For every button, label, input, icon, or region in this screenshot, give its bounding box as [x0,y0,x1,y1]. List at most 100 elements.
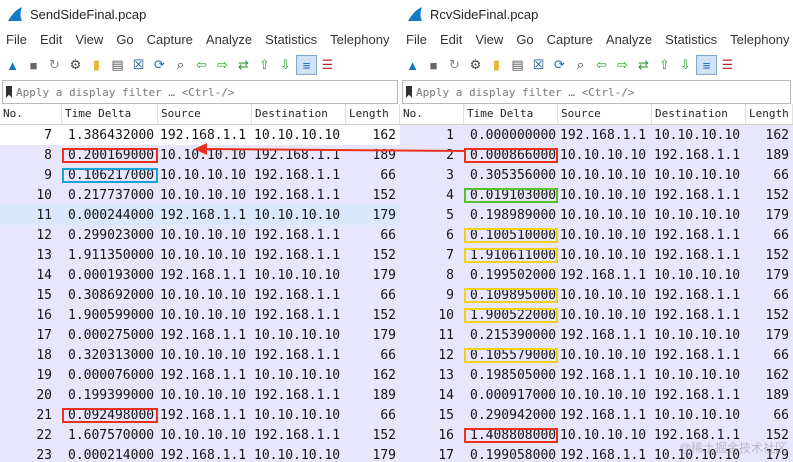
source-address: 10.10.10.10 [160,167,247,183]
menu-go[interactable]: Go [116,32,133,47]
menu-capture[interactable]: Capture [147,32,193,47]
packet-row[interactable]: 23 0.000214000 192.168.1.1 10.10.10.10 179 [0,445,400,462]
packet-row[interactable]: 22 1.607570000 10.10.10.10 192.168.1.1 152 [0,425,400,445]
packet-row[interactable]: 18 0.320313000 10.10.10.10 192.168.1.1 66 [0,345,400,365]
col-length[interactable]: Length [746,104,793,124]
packet-row[interactable]: 3 0.305356000 10.10.10.10 10.10.10.10 66 [400,165,793,185]
packet-row[interactable]: 11 0.000244000 192.168.1.1 10.10.10.10 179 [0,205,400,225]
packet-row[interactable]: 13 1.911350000 10.10.10.10 192.168.1.1 152 [0,245,400,265]
shark-start-icon[interactable]: ▲ [2,55,23,75]
packet-row[interactable]: 14 0.000917000 10.10.10.10 192.168.1.1 189 [400,385,793,405]
packet-row[interactable]: 16 1.900599000 10.10.10.10 192.168.1.1 152 [0,305,400,325]
go-to-packet-icon[interactable]: ⇄ [633,55,654,75]
packet-row[interactable]: 20 0.199399000 10.10.10.10 192.168.1.1 189 [0,385,400,405]
restart-icon[interactable]: ↻ [44,55,65,75]
packet-row[interactable]: 4 0.019103000 10.10.10.10 192.168.1.1 152 [400,185,793,205]
save-icon[interactable]: ▤ [507,55,528,75]
forward-icon[interactable]: ⇨ [612,55,633,75]
packet-length: 66 [380,407,396,423]
packet-row[interactable]: 21 0.092498000 192.168.1.1 10.10.10.10 66 [0,405,400,425]
bookmark-icon[interactable] [406,86,412,98]
back-icon[interactable]: ⇦ [191,55,212,75]
options-icon[interactable]: ⚙ [65,55,86,75]
first-packet-icon[interactable]: ⇧ [654,55,675,75]
open-file-icon[interactable]: ▮ [86,55,107,75]
menu-edit[interactable]: Edit [40,32,62,47]
menu-view[interactable]: View [475,32,503,47]
menu-telephony[interactable]: Telephony [330,32,389,47]
open-file-icon[interactable]: ▮ [486,55,507,75]
restart-icon[interactable]: ↻ [444,55,465,75]
col-time-delta[interactable]: Time Delta [464,104,558,124]
col-destination[interactable]: Destination [252,104,346,124]
menu-statistics[interactable]: Statistics [665,32,717,47]
packet-row[interactable]: 11 0.215390000 192.168.1.1 10.10.10.10 179 [400,325,793,345]
packet-row[interactable]: 15 0.308692000 10.10.10.10 192.168.1.1 66 [0,285,400,305]
packet-row[interactable]: 8 0.199502000 192.168.1.1 10.10.10.10 179 [400,265,793,285]
stop-icon[interactable]: ■ [423,55,444,75]
time-delta-highlight-red: 0.092498000 [62,407,158,423]
menu-analyze[interactable]: Analyze [206,32,252,47]
packet-row[interactable]: 10 0.217737000 10.10.10.10 192.168.1.1 152 [0,185,400,205]
col-source[interactable]: Source [158,104,252,124]
packet-row[interactable]: 17 0.000275000 192.168.1.1 10.10.10.10 179 [0,325,400,345]
display-filter-input[interactable]: Apply a display filter … <Ctrl-/> [2,80,398,104]
packet-row[interactable]: 5 0.198989000 10.10.10.10 10.10.10.10 179 [400,205,793,225]
packet-row[interactable]: 9 0.109895000 10.10.10.10 192.168.1.1 66 [400,285,793,305]
col-no[interactable]: No. [400,104,464,124]
autoscroll-icon[interactable]: ≡ [696,55,717,75]
colorize-icon[interactable]: ☰ [317,55,338,75]
menu-go[interactable]: Go [516,32,533,47]
packet-row[interactable]: 15 0.290942000 192.168.1.1 10.10.10.10 66 [400,405,793,425]
close-file-icon[interactable]: ☒ [528,55,549,75]
packet-length: 179 [372,207,396,223]
packet-row[interactable]: 6 0.100510000 10.10.10.10 192.168.1.1 66 [400,225,793,245]
packet-row[interactable]: 10 1.900522000 10.10.10.10 192.168.1.1 152 [400,305,793,325]
back-icon[interactable]: ⇦ [591,55,612,75]
last-packet-icon[interactable]: ⇩ [675,55,696,75]
go-to-packet-icon[interactable]: ⇄ [233,55,254,75]
packet-row[interactable]: 9 0.106217000 10.10.10.10 192.168.1.1 66 [0,165,400,185]
packet-row[interactable]: 19 0.000076000 192.168.1.1 10.10.10.10 162 [0,365,400,385]
menu-telephony[interactable]: Telephony [730,32,789,47]
col-length[interactable]: Length [346,104,400,124]
colorize-icon[interactable]: ☰ [717,55,738,75]
packet-row[interactable]: 14 0.000193000 192.168.1.1 10.10.10.10 179 [0,265,400,285]
forward-icon[interactable]: ⇨ [212,55,233,75]
options-icon[interactable]: ⚙ [465,55,486,75]
packet-row[interactable]: 7 1.386432000 192.168.1.1 10.10.10.10 162 [0,125,400,145]
menu-capture[interactable]: Capture [547,32,593,47]
menu-analyze[interactable]: Analyze [606,32,652,47]
packet-row[interactable]: 12 0.105579000 10.10.10.10 192.168.1.1 66 [400,345,793,365]
packet-number: 15 [438,407,454,423]
packet-row[interactable]: 12 0.299023000 10.10.10.10 192.168.1.1 66 [0,225,400,245]
close-file-icon[interactable]: ☒ [128,55,149,75]
autoscroll-icon[interactable]: ≡ [296,55,317,75]
menu-file[interactable]: File [406,32,427,47]
col-time-delta[interactable]: Time Delta [62,104,158,124]
packet-row[interactable]: 13 0.198505000 192.168.1.1 10.10.10.10 162 [400,365,793,385]
reload-icon[interactable]: ⟳ [149,55,170,75]
first-packet-icon[interactable]: ⇧ [254,55,275,75]
last-packet-icon[interactable]: ⇩ [275,55,296,75]
shark-start-icon[interactable]: ▲ [402,55,423,75]
packet-row[interactable]: 1 0.000000000 192.168.1.1 10.10.10.10 162 [400,125,793,145]
bookmark-icon[interactable] [6,86,12,98]
find-icon[interactable]: ⌕ [570,55,591,75]
col-source[interactable]: Source [558,104,652,124]
col-destination[interactable]: Destination [652,104,746,124]
menu-file[interactable]: File [6,32,27,47]
packet-row[interactable]: 2 0.000866000 10.10.10.10 192.168.1.1 189 [400,145,793,165]
menu-statistics[interactable]: Statistics [265,32,317,47]
save-icon[interactable]: ▤ [107,55,128,75]
menu-edit[interactable]: Edit [440,32,462,47]
packet-row[interactable]: 8 0.200169000 10.10.10.10 192.168.1.1 189 [0,145,400,165]
display-filter-input[interactable]: Apply a display filter … <Ctrl-/> [402,80,791,104]
stop-icon[interactable]: ■ [23,55,44,75]
find-icon[interactable]: ⌕ [170,55,191,75]
packet-row[interactable]: 7 1.910611000 10.10.10.10 192.168.1.1 152 [400,245,793,265]
reload-icon[interactable]: ⟳ [549,55,570,75]
col-no[interactable]: No. [0,104,62,124]
packet-length: 152 [372,247,396,263]
menu-view[interactable]: View [75,32,103,47]
